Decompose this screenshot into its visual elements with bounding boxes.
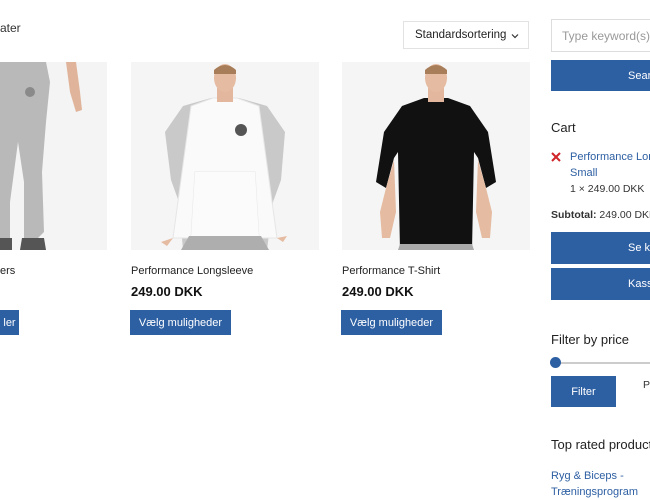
product-name[interactable]: Performance T-Shirt [342, 265, 440, 277]
product-image[interactable] [342, 62, 530, 250]
product-name[interactable]: ers [0, 265, 15, 277]
product-name[interactable]: Performance Longsleeve [131, 265, 253, 277]
product-image[interactable] [131, 62, 319, 250]
filter-button[interactable]: Filter [551, 376, 616, 407]
subtotal-label: Subtotal: [551, 209, 597, 221]
filter-title: Filter by price [551, 332, 630, 347]
cart-subtotal: Subtotal: 249.00 DKK [551, 209, 650, 221]
search-button[interactable]: Search [551, 60, 650, 91]
chevron-down-icon [511, 34, 519, 39]
search-input[interactable]: Type keyword(s) here [551, 19, 650, 52]
select-options-button[interactable]: ler [0, 310, 19, 335]
cart-item-variation[interactable]: Small [570, 167, 598, 179]
price-range-label: P [643, 379, 650, 391]
cart-item-quantity: 1 × 249.00 DKK [570, 183, 645, 195]
select-options-button[interactable]: Vælg muligheder [341, 310, 442, 335]
cart-title: Cart [551, 120, 576, 135]
top-rated-item-line2: Træningsprogram [551, 486, 639, 498]
price-slider-track[interactable] [551, 362, 650, 364]
cart-item-name[interactable]: Performance Long [570, 151, 650, 163]
top-rated-title: Top rated products [551, 437, 650, 452]
select-options-button[interactable]: Vælg muligheder [130, 310, 231, 335]
product-price: 249.00 DKK [342, 284, 414, 299]
subtotal-value: 249.00 DKK [599, 209, 650, 221]
top-rated-item-line1: Ryg & Biceps - [551, 470, 624, 482]
checkout-button[interactable]: Kasse [551, 268, 650, 300]
sort-selected-value: Standardsortering [415, 29, 507, 41]
sort-select[interactable]: Standardsortering [403, 21, 529, 49]
price-slider-handle[interactable] [550, 357, 561, 368]
results-count: ater [0, 21, 21, 35]
search-placeholder: Type keyword(s) here [562, 28, 650, 43]
remove-item-icon[interactable] [551, 152, 561, 162]
product-price: 249.00 DKK [131, 284, 203, 299]
view-cart-button[interactable]: Se kurv [551, 232, 650, 264]
top-rated-item[interactable]: Ryg & Biceps - Træningsprogram [551, 468, 638, 500]
product-image[interactable] [0, 62, 107, 250]
